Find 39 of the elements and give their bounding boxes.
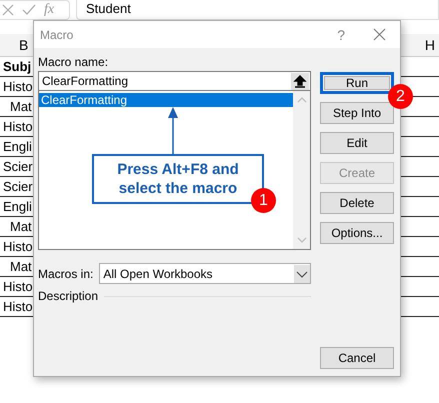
table-cell-text: Mat [9,259,32,274]
dialog-button[interactable]: Run [320,72,394,94]
check-icon[interactable] [22,4,36,16]
cancel-icon[interactable] [2,4,14,16]
arrow-up-icon [167,107,179,155]
macro-list-item[interactable]: ClearFormatting [39,93,293,107]
dialog-button[interactable]: Step Into [320,102,394,124]
scroll-down-icon[interactable] [296,237,306,243]
scroll-up-icon[interactable] [296,97,306,103]
cancel-button[interactable]: Cancel [320,347,394,369]
column-header[interactable]: H [424,37,439,53]
table-cell-text: Histo [2,279,33,294]
table-cell-text: Histo [2,79,33,94]
scrollbar[interactable] [293,91,310,249]
macro-name-field[interactable]: ClearFormatting [38,71,311,91]
table-cell-text: Scier [2,179,33,194]
macros-in-label: Macros in: [38,266,94,280]
table-cell-text: Mat [9,99,32,114]
close-icon[interactable] [373,28,386,41]
dialog-button[interactable]: Options... [320,222,394,244]
step-badge: 2 [388,84,413,109]
column-header[interactable]: B [0,37,28,53]
table-cell-text: Subj [2,59,32,74]
table-cell-text: Engli [2,199,32,214]
caret-icon[interactable] [294,264,310,282]
description-label: Description [38,289,98,303]
table-cell-text: Histo [2,299,33,314]
dialog-button[interactable]: Delete [320,192,394,214]
table-cell-text: Engli [2,139,32,154]
dialog-button[interactable]: Edit [320,132,394,154]
table-cell-text: Mat [9,219,32,234]
upload-arrow-icon[interactable] [291,72,309,90]
help-button[interactable]: ? [337,26,345,42]
table-cell-text: Histo [2,119,33,134]
macros-in-dropdown[interactable]: All Open Workbooks [99,263,311,284]
table-cell-text: Histo [2,239,33,254]
window-title: Macro [40,28,74,42]
macro-name-label: Macro name: [38,55,110,71]
table-cell-text: Scier [2,159,33,174]
